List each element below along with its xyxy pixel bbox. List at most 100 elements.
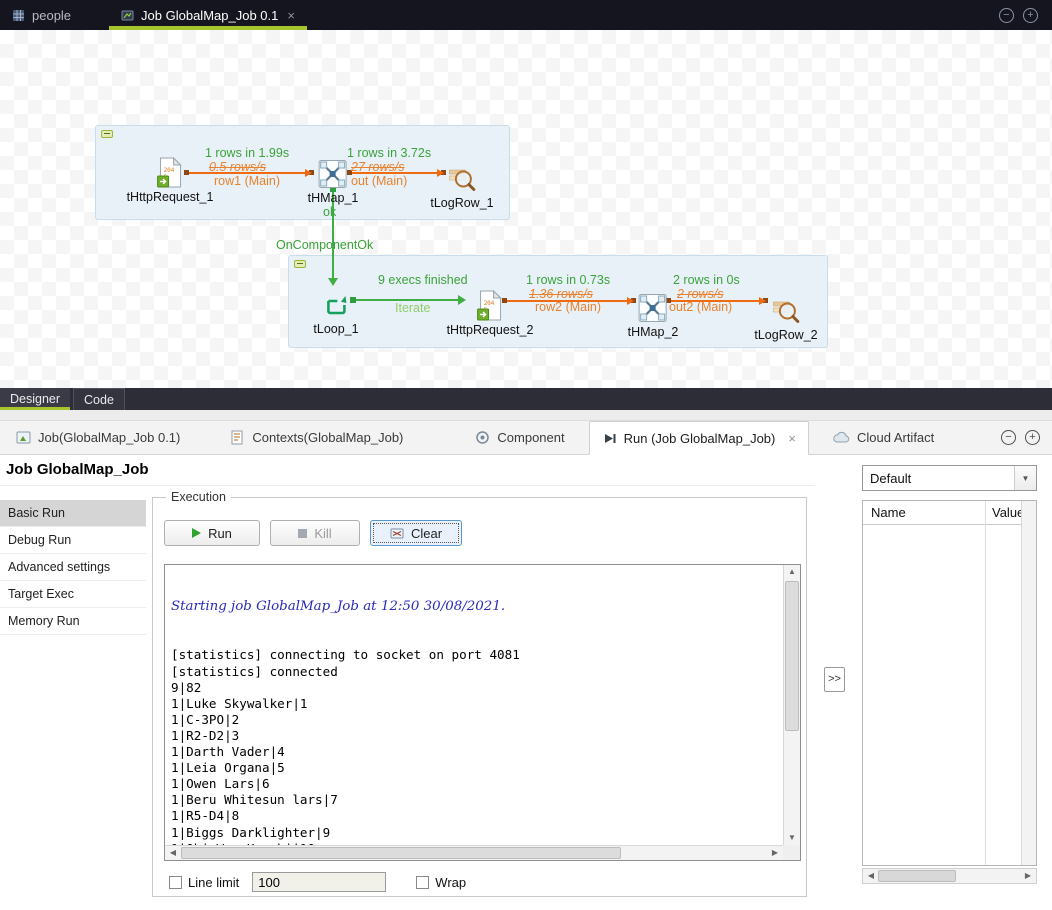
collapse-icon[interactable]	[101, 130, 113, 138]
wrap-checkbox[interactable]	[416, 876, 429, 889]
console-line: 9|82	[171, 680, 783, 696]
console-start-line: Starting job GlobalMap_Job at 12:50 30/0…	[171, 599, 783, 615]
run-button-label: Run	[208, 526, 232, 541]
tab-run-view[interactable]: Run (Job GlobalMap_Job) ×	[589, 421, 809, 455]
scroll-left-icon[interactable]: ◀	[863, 869, 879, 883]
row-name[interactable]: out (Main)	[351, 174, 407, 188]
tlogrow-icon	[754, 292, 817, 326]
sash-divider[interactable]	[0, 410, 1052, 421]
console-lines: [statistics] connecting to socket on por…	[171, 647, 783, 845]
component-thttprequest-1[interactable]: 2045 tHttpRequest_1	[127, 154, 214, 204]
dropdown-arrow-icon[interactable]: ▼	[1014, 466, 1036, 490]
console-line: 1|R2-D2|3	[171, 728, 783, 744]
execution-legend: Execution	[166, 490, 231, 504]
line-limit-input[interactable]	[252, 872, 386, 892]
tab-cloud-artifact[interactable]: Cloud Artifact	[821, 421, 946, 454]
scroll-up-icon[interactable]: ▲	[784, 565, 800, 579]
row-name[interactable]: row1 (Main)	[214, 174, 280, 188]
scroll-right-icon[interactable]: ▶	[1020, 869, 1036, 883]
context-select[interactable]: Default ▼	[862, 465, 1037, 491]
arrowhead-icon	[328, 278, 338, 286]
thttprequest-icon: 2045	[127, 154, 214, 188]
maximize-icon[interactable]: +	[1025, 430, 1040, 445]
horizontal-scrollbar[interactable]: ◀ ▶	[165, 845, 783, 860]
collapse-icon[interactable]	[294, 260, 306, 268]
close-icon[interactable]: ×	[788, 431, 796, 446]
scrollbar-thumb[interactable]	[878, 870, 956, 882]
row-stats: 1 rows in 3.72s	[347, 146, 431, 160]
thttprequest-icon: 2045	[447, 287, 534, 321]
tab-people[interactable]: people	[0, 0, 83, 30]
clear-icon	[390, 527, 404, 540]
vertical-scrollbar[interactable]: ▲ ▼	[783, 565, 800, 845]
job-icon	[121, 9, 134, 22]
component-tlogrow-1[interactable]: tLogRow_1	[430, 160, 493, 210]
wrap-label: Wrap	[435, 875, 466, 890]
play-icon	[192, 528, 201, 538]
sidebar-item-memory-run[interactable]: Memory Run	[0, 608, 146, 635]
context-variables-table[interactable]: Name Value	[862, 500, 1037, 866]
console-line: [statistics] connected	[171, 664, 783, 680]
tab-job-view[interactable]: Job(GlobalMap_Job 0.1)	[4, 421, 192, 454]
scrollbar-thumb[interactable]	[785, 581, 799, 731]
tab-label: Code	[84, 393, 114, 407]
tab-job-globalmap[interactable]: Job GlobalMap_Job 0.1 ×	[109, 0, 307, 30]
tab-label: Component	[497, 430, 564, 445]
view-tab-bar: Job(GlobalMap_Job 0.1) Contexts(GlobalMa…	[0, 421, 1052, 455]
clear-button[interactable]: Clear	[370, 520, 462, 546]
scroll-down-icon[interactable]: ▼	[784, 831, 800, 845]
tab-component-view[interactable]: Component	[463, 421, 576, 454]
scrollbar-thumb[interactable]	[181, 847, 621, 859]
component-tlogrow-2[interactable]: tLogRow_2	[754, 292, 817, 342]
panel-window-buttons: − +	[1001, 421, 1052, 454]
component-tloop-1[interactable]: tLoop_1	[313, 286, 358, 336]
row-name[interactable]: row2 (Main)	[535, 300, 601, 314]
horizontal-scrollbar[interactable]: ◀ ▶	[862, 868, 1037, 884]
run-button[interactable]: Run	[164, 520, 260, 546]
kill-button-label: Kill	[314, 526, 331, 541]
console-line: 1|Darth Vader|4	[171, 744, 783, 760]
execution-groupbox: Execution Run Kill Clear Starting job Gl…	[152, 497, 807, 897]
row-name[interactable]: out2 (Main)	[669, 300, 732, 314]
expand-context-button[interactable]: >>	[824, 667, 845, 692]
console-line: 1|C-3PO|2	[171, 712, 783, 728]
iterate-name[interactable]: Iterate	[395, 301, 430, 315]
component-thttprequest-2[interactable]: 2045 tHttpRequest_2	[447, 287, 534, 337]
sidebar-item-advanced-settings[interactable]: Advanced settings	[0, 554, 146, 581]
sidebar-item-basic-run[interactable]: Basic Run	[0, 500, 146, 527]
console-output[interactable]: Starting job GlobalMap_Job at 12:50 30/0…	[165, 565, 783, 845]
minimize-icon[interactable]: −	[999, 8, 1014, 23]
close-icon[interactable]: ×	[287, 8, 295, 23]
scrollbar-corner	[783, 845, 800, 860]
line-limit-checkbox[interactable]	[169, 876, 182, 889]
scroll-left-icon[interactable]: ◀	[165, 846, 181, 860]
trigger-name[interactable]: OnComponentOk	[276, 238, 373, 252]
design-canvas[interactable]: 2045 tHttpRequest_1 tHMap_1 tLogRow_1 1 …	[0, 30, 1052, 388]
console-line: 1|Luke Skywalker|1	[171, 696, 783, 712]
sidebar-item-debug-run[interactable]: Debug Run	[0, 527, 146, 554]
tab-code[interactable]: Code	[73, 388, 125, 410]
console-line: [statistics] connecting to socket on por…	[171, 647, 783, 663]
minimize-icon[interactable]: −	[1001, 430, 1016, 445]
component-thmap-2[interactable]: tHMap_2	[628, 289, 679, 339]
vertical-scrollbar[interactable]	[1021, 501, 1036, 865]
component-label: tLogRow_2	[754, 328, 817, 342]
stop-icon	[298, 529, 307, 538]
maximize-icon[interactable]: +	[1023, 8, 1038, 23]
svg-text:204: 204	[484, 300, 495, 307]
tab-contexts-view[interactable]: Contexts(GlobalMap_Job)	[218, 421, 415, 454]
name-column-header: Name	[871, 505, 906, 520]
console-line: 1|R5-D4|8	[171, 808, 783, 824]
clear-button-label: Clear	[411, 526, 442, 541]
sidebar-item-target-exec[interactable]: Target Exec	[0, 581, 146, 608]
execution-buttons: Run Kill Clear	[164, 520, 462, 546]
tab-designer[interactable]: Designer	[0, 388, 70, 410]
scroll-right-icon[interactable]: ▶	[767, 846, 783, 860]
kill-button[interactable]: Kill	[270, 520, 360, 546]
console-line: 1|Beru Whitesun lars|7	[171, 792, 783, 808]
row-rate: 0.5 rows/s	[209, 160, 266, 174]
console-options-row: Line limit Wrap	[169, 872, 466, 892]
component-label: tHMap_2	[628, 325, 679, 339]
column-divider[interactable]	[985, 501, 986, 865]
tab-label: Job GlobalMap_Job 0.1	[141, 8, 278, 23]
